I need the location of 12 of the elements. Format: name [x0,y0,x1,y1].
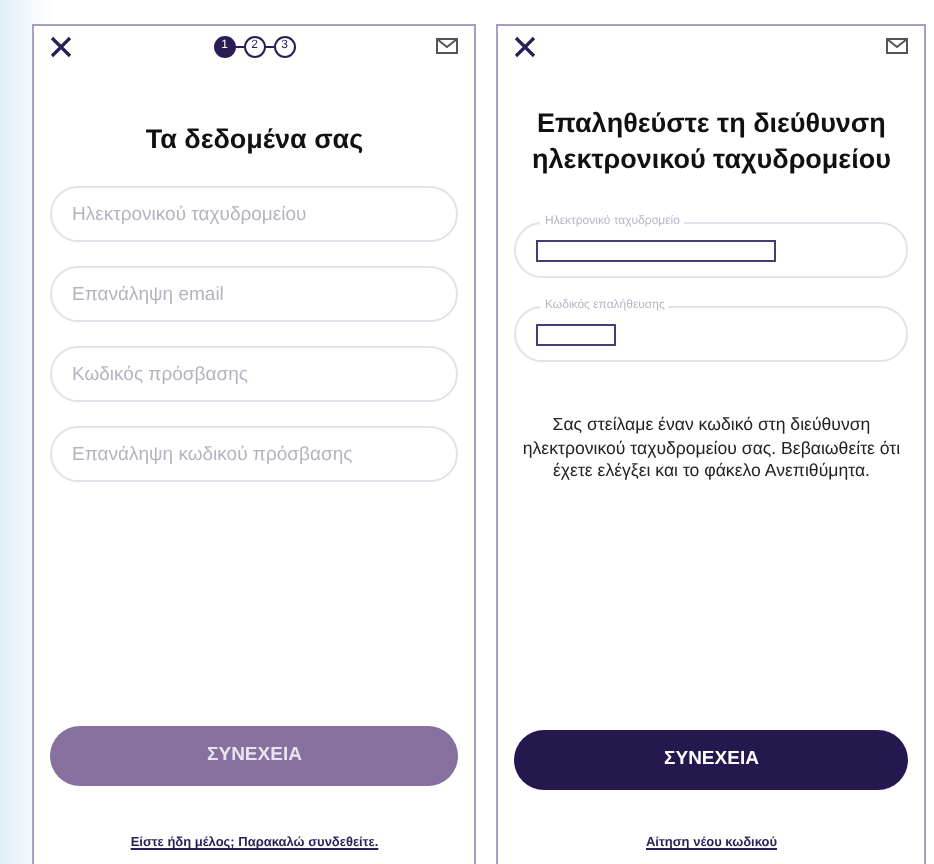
screen-title: Επαληθεύστε τη διεύθυνση ηλεκτρονικού ταχυδρομείου [530,106,893,179]
mail-icon[interactable] [436,38,459,54]
input-field[interactable]: Ηλεκτρονικού ταχυδρομείου [50,186,459,243]
close-icon[interactable] [514,35,537,57]
input-field[interactable]: Επανάληψη email [50,266,459,323]
mail-icon[interactable] [886,38,908,54]
screen-title: Τα δεδομένα σας [143,122,366,158]
close-icon[interactable] [50,35,72,57]
input-field[interactable]: Επανάληψη κωδικού πρόσβασης [50,426,459,483]
continue-button[interactable]: ΣΥΝΕΧΕΙΑ [514,730,908,790]
info-message: Σας στείλαμε έναν κωδικό στη διεύθυνση ηλεκτρονικού ταχυδρομείου σας. Βεβαιωθείτε ότι έχετε ελέγξει και το φάκελο Ανεπιθύμητα. [520,414,903,484]
input-field[interactable]: Κωδικός πρόσβασης [50,346,459,403]
